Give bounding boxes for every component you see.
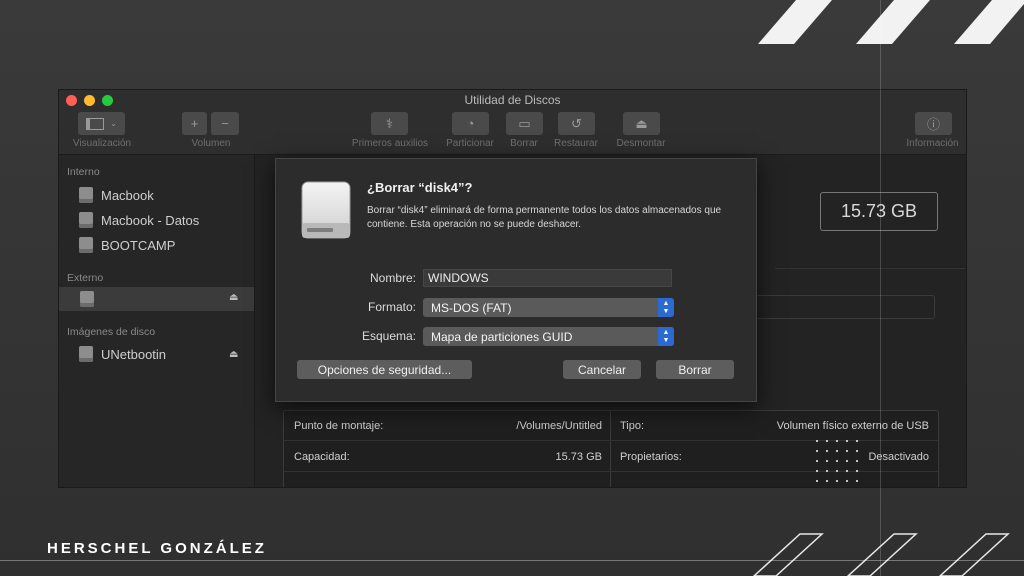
- sidebar-item-external-disk[interactable]: ⏏: [59, 287, 254, 311]
- sidebar-item-bootcamp[interactable]: BOOTCAMP: [79, 237, 175, 253]
- sidebar-item-label: Macbook: [101, 187, 154, 203]
- volume-label: Volumen: [191, 138, 231, 149]
- disk-icon: [79, 346, 93, 362]
- format-label: Formato:: [367, 300, 416, 314]
- chevron-down-icon: ⌄: [110, 119, 117, 128]
- name-field[interactable]: WINDOWS: [423, 269, 672, 287]
- partition-icon: ◔: [466, 116, 475, 131]
- erase-button[interactable]: ▭: [506, 112, 543, 135]
- sidebar-item-unetbootin[interactable]: UNetbootin: [79, 346, 166, 362]
- type-value: Volumen físico externo de USB: [776, 420, 929, 432]
- erase-label: Borrar: [510, 138, 538, 149]
- add-volume-button[interactable]: +: [182, 112, 207, 135]
- sidebar: Interno Macbook Macbook - Datos BOOTCAMP…: [59, 155, 255, 487]
- first-aid-label: Primeros auxilios: [351, 138, 429, 149]
- erase-confirm-button[interactable]: Borrar: [656, 360, 734, 379]
- eject-icon[interactable]: ⏏: [229, 292, 238, 303]
- name-label: Nombre:: [369, 271, 416, 285]
- scheme-select[interactable]: Mapa de particiones GUID ▲ ▼: [423, 327, 674, 346]
- select-arrows-icon: ▲ ▼: [658, 298, 674, 317]
- type-label: Tipo:: [620, 420, 645, 432]
- sidebar-icon: [86, 117, 105, 130]
- restore-label: Restaurar: [554, 138, 598, 149]
- mount-point-label: Punto de montaje:: [294, 420, 384, 432]
- erase-disk-icon: ▭: [518, 115, 531, 131]
- decorative-stripes-bottom: [752, 533, 1010, 576]
- unmount-button[interactable]: ⏏: [623, 112, 660, 135]
- sidebar-item-label: UNetbootin: [101, 346, 167, 362]
- divider: [610, 411, 611, 487]
- restore-icon: ↺: [571, 115, 582, 131]
- format-select[interactable]: MS-DOS (FAT) ▲ ▼: [423, 298, 674, 317]
- decorative-dots: [812, 436, 864, 484]
- decorative-line: [880, 0, 881, 576]
- disk-icon: [80, 291, 94, 307]
- brand-name: HERSCHEL GONZÁLEZ: [47, 540, 267, 557]
- sidebar-item-label: Macbook - Datos: [101, 212, 200, 228]
- sidebar-item-macbook[interactable]: Macbook: [79, 187, 154, 203]
- disk-utility-window: Utilidad de Discos ⌄ Visualización + − V…: [59, 90, 966, 487]
- sidebar-header-disk-images: Imágenes de disco: [67, 326, 156, 338]
- dialog-message: Borrar “disk4” eliminará de forma perman…: [367, 205, 722, 230]
- partition-label: Particionar: [446, 138, 494, 149]
- usage-bar: [755, 295, 935, 319]
- window-title: Utilidad de Discos: [464, 93, 561, 107]
- scheme-label: Esquema:: [361, 329, 416, 343]
- sidebar-item-label: BOOTCAMP: [101, 237, 176, 253]
- sidebar-header-internal: Interno: [67, 166, 100, 178]
- format-value: MS-DOS (FAT): [431, 300, 512, 315]
- owners-value: Desactivado: [868, 451, 929, 463]
- disk-icon: [79, 237, 93, 253]
- security-options-button[interactable]: Opciones de seguridad...: [297, 360, 472, 379]
- decorative-line: [0, 560, 1024, 561]
- divider: [775, 268, 965, 269]
- decorative-stripes-top: [758, 0, 1024, 44]
- erase-dialog: ¿Borrar “disk4”? Borrar “disk4” eliminar…: [275, 158, 757, 402]
- info-button[interactable]: ⓘ: [915, 112, 952, 135]
- external-drive-icon: [301, 181, 351, 239]
- disk-icon: [79, 187, 93, 203]
- sidebar-item-macbook-datos[interactable]: Macbook - Datos: [79, 212, 199, 228]
- info-label: Información: [906, 138, 959, 149]
- owners-label: Propietarios:: [620, 451, 682, 463]
- info-icon: ⓘ: [926, 117, 940, 132]
- capacity-label: Capacidad:: [294, 451, 350, 463]
- sidebar-header-external: Externo: [67, 272, 104, 284]
- view-button[interactable]: ⌄: [78, 112, 125, 135]
- remove-volume-button[interactable]: −: [211, 112, 239, 135]
- capacity-box: 15.73 GB: [820, 192, 938, 231]
- disk-icon: [79, 212, 93, 228]
- cancel-button[interactable]: Cancelar: [563, 360, 641, 379]
- mount-point-value: /Volumes/Untitled: [516, 420, 602, 432]
- unmount-icon: ⏏: [635, 115, 648, 131]
- partition-button[interactable]: ◔: [452, 112, 489, 135]
- dialog-title: ¿Borrar “disk4”?: [367, 180, 473, 195]
- restore-button[interactable]: ↺: [558, 112, 595, 135]
- view-label: Visualización: [72, 138, 132, 149]
- eject-icon[interactable]: ⏏: [229, 349, 238, 360]
- first-aid-button[interactable]: ⚕: [371, 112, 408, 135]
- scheme-value: Mapa de particiones GUID: [431, 329, 573, 344]
- stethoscope-icon: ⚕: [385, 115, 394, 131]
- titlebar: Utilidad de Discos ⌄ Visualización + − V…: [59, 90, 966, 155]
- capacity-value: 15.73 GB: [555, 451, 602, 463]
- select-arrows-icon: ▲ ▼: [658, 327, 674, 346]
- unmount-label: Desmontar: [616, 138, 666, 149]
